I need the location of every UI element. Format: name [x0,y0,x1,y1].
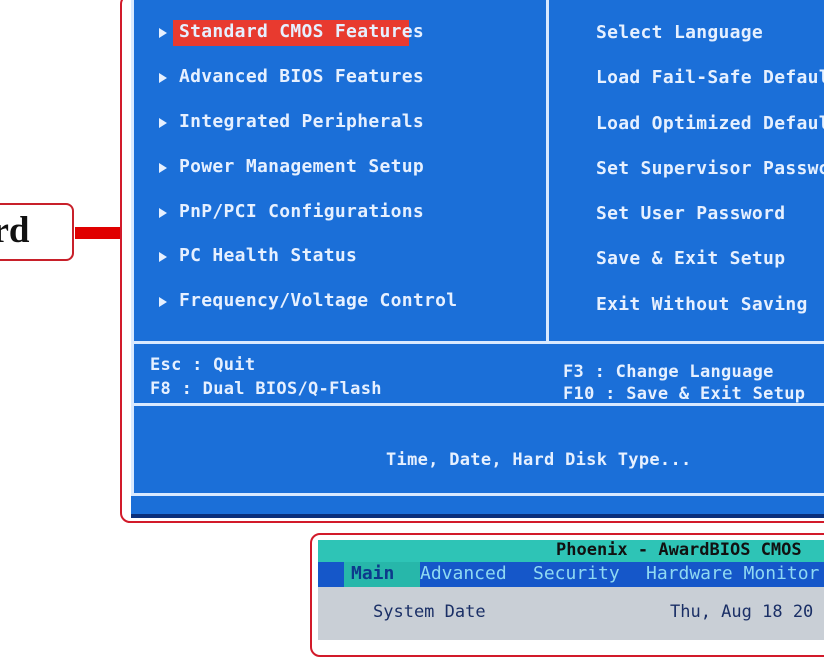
arrow-icon [159,163,167,173]
divider-keys [131,341,824,344]
menu-item-select-language[interactable]: Select Language [596,22,763,43]
menu-item-set-supervisor-password[interactable]: Set Supervisor Passwor [596,158,824,179]
menu-item-label: Frequency/Voltage Control [179,290,458,311]
tab-hardware-monitor[interactable]: Hardware Monitor [646,563,819,584]
menu-item-label: Power Management Setup [179,156,425,177]
tab-security[interactable]: Security [533,563,620,584]
border-left [131,0,134,496]
callout-label-box: ard [0,203,74,261]
key-hint-f10: F10 : Save & Exit Setup [563,384,806,404]
menu-item-label: Standard CMOS Features [179,21,425,42]
menu-item-label: Integrated Peripherals [179,111,425,132]
menu-item-label: PC Health Status [179,245,358,266]
system-date-value[interactable]: Thu, Aug 18 20 [670,602,813,622]
menu-item-label: Advanced BIOS Features [179,66,425,87]
menu-item-load-optimized[interactable]: Load Optimized Defaul [596,113,824,134]
phoenix-title-bar: Phoenix - AwardBIOS CMOS [318,540,824,562]
arrow-icon [159,118,167,128]
arrow-icon [159,28,167,38]
menu-item-load-fail-safe[interactable]: Load Fail-Safe Defaul [596,67,824,88]
arrow-icon [159,73,167,83]
arrow-icon [159,297,167,307]
menu-item-set-user-password[interactable]: Set User Password [596,203,785,224]
tab-main[interactable]: Main [351,563,394,584]
callout-connector [75,227,123,239]
arrow-icon [159,252,167,262]
arrow-icon [159,208,167,218]
item-help-text: Time, Date, Hard Disk Type... [386,450,692,470]
phoenix-title: Phoenix - AwardBIOS CMOS [556,540,802,560]
phoenix-bios-screen: Phoenix - AwardBIOS CMOS Main Advanced S… [318,540,824,640]
system-date-label: System Date [373,602,486,622]
menu-item-save-exit[interactable]: Save & Exit Setup [596,248,785,269]
tab-advanced[interactable]: Advanced [420,563,507,584]
key-hint-f3: F3 : Change Language [563,362,774,382]
menu-item-exit-without-saving[interactable]: Exit Without Saving [596,294,808,315]
border-bottom [131,493,824,496]
key-hint-esc: Esc : Quit [150,355,256,375]
menu-item-label: PnP/PCI Configurations [179,201,425,222]
key-hint-f8: F8 : Dual BIOS/Q-Flash [150,379,382,399]
callout-label-text: ard [0,210,30,251]
column-divider [546,0,549,341]
phoenix-menu-bar: Main Advanced Security Hardware Monitor [318,562,824,587]
